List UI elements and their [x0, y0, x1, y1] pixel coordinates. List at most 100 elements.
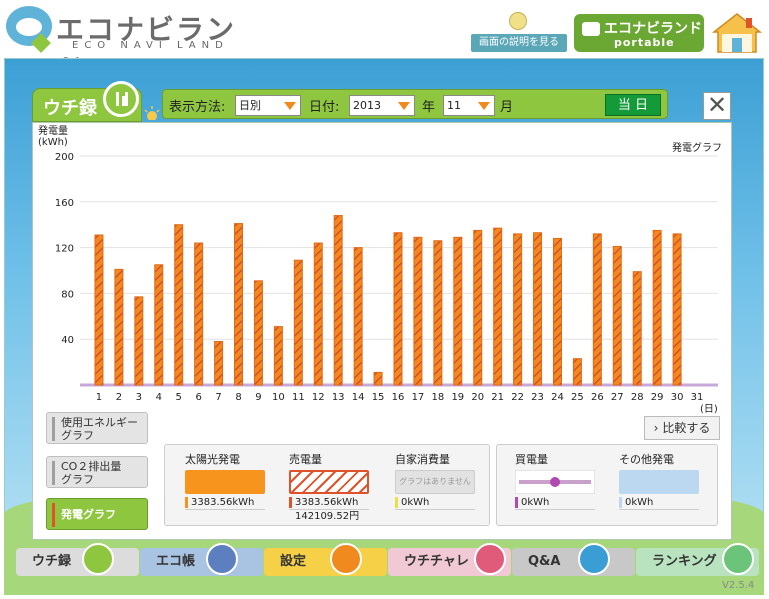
bar [513, 233, 523, 386]
bar [393, 232, 403, 386]
crown-icon [722, 543, 754, 575]
portable-icon [582, 22, 600, 36]
month-unit: 月 [500, 100, 514, 115]
bar [572, 358, 582, 386]
y-axis-label-line1: 発電量 [38, 126, 68, 137]
bar [632, 271, 642, 386]
month-select[interactable]: 11 [443, 95, 495, 116]
bar [174, 224, 184, 386]
bar [552, 237, 562, 386]
generation-graph-button[interactable]: 発電グラフ [46, 498, 148, 530]
sold-swatch [289, 470, 369, 494]
mode-label: 表示方法: [169, 100, 226, 115]
x-tick-label: 8 [235, 392, 241, 402]
self-consumption-note: グラフはありません [395, 470, 475, 494]
nav-6-button[interactable]: ランキング [636, 543, 759, 576]
solar-stat: 太陽光発電 [185, 451, 281, 494]
x-tick-label: 14 [352, 392, 365, 402]
mode-value: 日別 [239, 99, 261, 112]
nav-label: 設定 [280, 554, 307, 569]
dropdown-arrow-icon [398, 102, 410, 110]
mode-select[interactable]: 日別 [235, 95, 301, 116]
x-tick-label: 17 [412, 392, 425, 402]
bar [353, 247, 363, 386]
compare-label: 比較する [662, 421, 711, 435]
other-generation-swatch [619, 470, 699, 494]
compare-button[interactable]: › 比較する [644, 416, 720, 440]
nav-label: Q&A [528, 554, 561, 569]
x-tick-label: 24 [551, 392, 564, 402]
flag-icon [474, 543, 506, 575]
mascot-icon [509, 12, 527, 30]
sold-stat: 売電量 [289, 451, 385, 494]
year-unit: 年 [422, 100, 436, 115]
solar-value: 3383.56kWh [185, 497, 265, 510]
y-tick-label: 80 [61, 289, 74, 300]
bar [453, 236, 463, 386]
bar [373, 371, 383, 386]
nav-4-button[interactable]: ウチチャレ [388, 543, 511, 576]
nav-1-button[interactable]: ウチ録 [16, 543, 139, 576]
self-consumption-label: 自家消費量 [395, 453, 450, 466]
generation-graph-label: 発電グラフ [61, 508, 116, 521]
nav-label: ランキング [652, 554, 717, 569]
nav-label: ウチチャレ [404, 554, 469, 569]
x-tick-label: 26 [591, 392, 604, 402]
logo-subtitle: ECO NAVI LAND [72, 40, 229, 51]
bar [473, 229, 483, 386]
x-tick-label: 19 [451, 392, 464, 402]
nav-3-button[interactable]: 設定 [264, 543, 387, 576]
bar [672, 233, 682, 386]
close-button[interactable]: ✕ [703, 92, 731, 120]
other-generation-stat: その他発電 [619, 451, 715, 494]
x-tick-label: 21 [491, 392, 504, 402]
eco-navi-land-logo[interactable]: エコナビランド ECO NAVI LAND [6, 4, 246, 86]
house-icon[interactable] [712, 12, 762, 54]
bar [293, 259, 303, 386]
co2-graph-button[interactable]: CO２排出量 グラフ [46, 456, 148, 488]
help-label: 画面の説明を見る [471, 34, 567, 52]
x-tick-label: 23 [531, 392, 544, 402]
portable-button[interactable]: エコナビランド portable [574, 14, 704, 52]
year-select[interactable]: 2013 [349, 95, 415, 116]
help-button[interactable]: 画面の説明を見る [471, 12, 567, 52]
nav-label: エコ帳 [156, 554, 196, 569]
notebook-icon [206, 543, 238, 575]
nav-2-button[interactable]: エコ帳 [140, 543, 263, 576]
bar [413, 236, 423, 386]
wrench-icon [330, 543, 362, 575]
x-tick-label: 2 [116, 392, 122, 402]
x-axis-unit: (日) [700, 404, 718, 415]
bar [493, 227, 503, 386]
x-tick-label: 18 [432, 392, 445, 402]
tab-uchiroku[interactable]: ウチ録 [32, 81, 142, 122]
sold-value: 3383.56kWh [289, 497, 369, 510]
portable-subtitle: portable [614, 36, 675, 49]
y-tick-label: 40 [61, 335, 74, 346]
bar [612, 245, 622, 386]
bar [533, 232, 543, 386]
co2-graph-label-2: グラフ [61, 473, 94, 486]
x-tick-label: 10 [272, 392, 285, 402]
x-tick-label: 15 [372, 392, 385, 402]
energy-graph-button[interactable]: 使用エネルギー グラフ [46, 412, 148, 444]
bar-chart-icon [82, 543, 114, 575]
solar-label: 太陽光発電 [185, 453, 240, 466]
sold-yen: 142109.52円 [295, 511, 360, 522]
logo-bubble-icon [6, 6, 52, 53]
bar [313, 242, 323, 386]
x-tick-label: 27 [611, 392, 624, 402]
x-tick-label: 7 [215, 392, 221, 402]
x-tick-label: 13 [332, 392, 345, 402]
x-tick-label: 9 [255, 392, 261, 402]
x-tick-label: 6 [195, 392, 201, 402]
bar [214, 340, 224, 386]
self-consumption-stat: 自家消費量 グラフはありません [395, 451, 491, 494]
date-toolbar: 表示方法: 日別 日付: 2013 年 11 月 当 日 [162, 89, 668, 119]
bar [114, 268, 124, 386]
nav-5-button[interactable]: Q&A [512, 543, 635, 576]
y-tick-label: 160 [55, 198, 74, 209]
generation-chart: 40801201602001 2 3 4 5 6 7 8 9 10 11 12 13 14 15 16 17 18… [55, 152, 718, 402]
bar [194, 242, 204, 386]
today-button[interactable]: 当 日 [605, 94, 661, 116]
